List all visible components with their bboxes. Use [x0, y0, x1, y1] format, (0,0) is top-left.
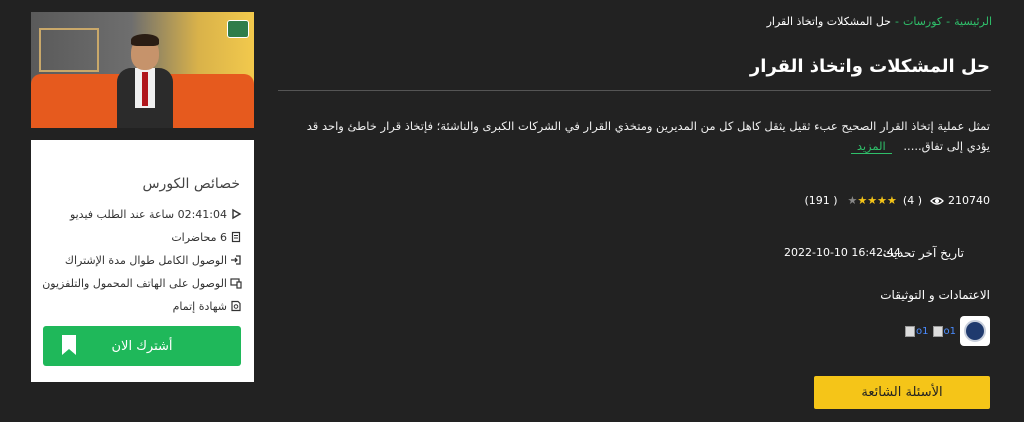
broken-image-icon [932, 325, 943, 337]
subscribe-button[interactable]: أشترك الان [43, 326, 241, 366]
feature-certificate: شهادة إتمام [173, 298, 242, 314]
feature-text: 6 محاضرات [171, 230, 227, 244]
star-filled-icon: ★ [867, 194, 878, 207]
last-updated-value: 2022-10-10 16:42:44 [784, 246, 901, 259]
seal-emblem [964, 320, 986, 342]
sign-in-icon [230, 254, 242, 266]
course-video-thumbnail[interactable] [31, 12, 254, 128]
title-divider [278, 90, 991, 91]
feature-text: الوصول الكامل طوال مدة الإشتراك [64, 253, 227, 267]
course-stats: 210740 ( 4) ★ ★ ★ ★ ★ ( 191) [804, 194, 990, 207]
subscribe-label: أشترك الان [111, 338, 173, 354]
thumbnail-presenter-hair [131, 34, 159, 46]
breadcrumb-home[interactable]: الرئيسية [954, 15, 992, 28]
views-count: 210740 [948, 194, 990, 207]
more-link[interactable]: المزيد [850, 139, 892, 154]
feature-text: 02:41:04 ساعة عند الطلب فيديو [69, 207, 227, 221]
devices-icon [230, 277, 242, 289]
accreditation-image-broken[interactable]: o1 [905, 325, 929, 337]
broken-image-icon [905, 325, 916, 337]
star-filled-icon: ★ [857, 194, 868, 207]
feature-text: شهادة إتمام [172, 299, 227, 313]
star-filled-icon: ★ [877, 194, 888, 207]
feature-mobile-tv: الوصول على الهاتف المحمول والتلفزيون [42, 275, 242, 291]
thumbnail-shelf [39, 28, 99, 72]
thumbnail-presenter-tie [142, 72, 148, 106]
feature-lectures: 6 محاضرات [171, 229, 242, 245]
channel-logo [227, 20, 249, 38]
certificate-icon [230, 300, 242, 312]
bookmark-icon [62, 335, 76, 355]
course-features-card: خصائص الكورس 02:41:04 ساعة عند الطلب فيد… [31, 140, 254, 382]
accreditation-seal-logo[interactable] [960, 316, 990, 346]
broken-image-alt: o1 [943, 325, 956, 337]
accreditations-logos: o1 o1 [901, 316, 990, 346]
star-filled-icon: ★ [887, 194, 897, 207]
feature-full-access: الوصول الكامل طوال مدة الإشتراك [65, 252, 242, 268]
feature-text: الوصول على الهاتف المحمول والتلفزيون [42, 276, 227, 290]
breadcrumb: الرئيسية-كورسات-حل المشكلات واتخاذ القرا… [767, 15, 992, 28]
breadcrumb-separator: - [946, 15, 951, 28]
breadcrumb-current: حل المشكلات واتخاذ القرار [766, 15, 891, 28]
course-description: تمثل عملية إتخاذ القرار الصحيح عبء ثقيل … [290, 116, 990, 156]
rating-votes: ( 191) [804, 194, 838, 207]
page-title: حل المشكلات واتخاذ القرار [749, 56, 990, 77]
broken-image-alt: o1 [916, 325, 929, 337]
accreditation-image-broken[interactable]: o1 [932, 325, 956, 337]
eye-icon [930, 196, 944, 206]
feature-video-hours: 02:41:04 ساعة عند الطلب فيديو [70, 206, 242, 222]
accreditations-title: الاعتمادات و التوثيقات [880, 288, 990, 302]
star-empty-icon: ★ [847, 194, 858, 207]
breadcrumb-separator: - [894, 15, 899, 28]
faq-button[interactable]: الأسئلة الشائعة [814, 376, 990, 409]
document-icon [230, 231, 242, 243]
rating-stars: ★ ★ ★ ★ ★ [848, 194, 897, 207]
features-title: خصائص الكورس [142, 176, 240, 192]
breadcrumb-courses[interactable]: كورسات [903, 15, 942, 28]
play-icon [230, 208, 242, 220]
ratings-count: ( 4) [902, 194, 922, 207]
